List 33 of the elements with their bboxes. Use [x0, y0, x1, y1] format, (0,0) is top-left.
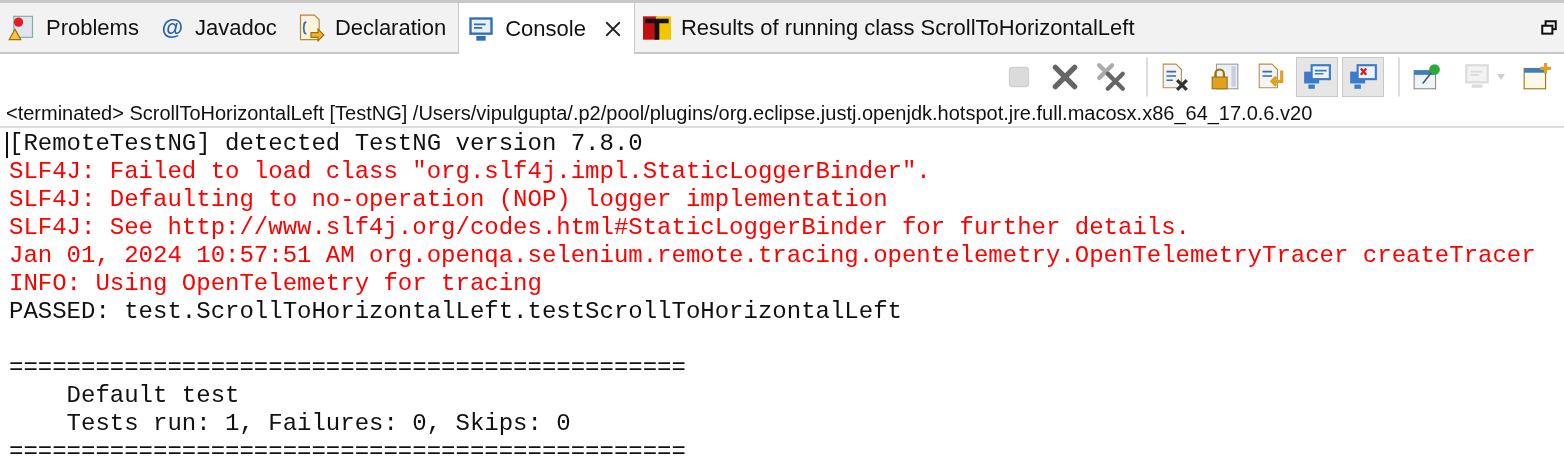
window-plus-icon [1522, 62, 1552, 92]
console-line: Jan 01, 2024 10:57:51 AM org.openqa.selenium.remote.tracing.opentelemetry.OpenTelemetryTracer createTracer [9, 242, 1536, 270]
text-cursor [6, 132, 8, 158]
warning-icon [8, 13, 36, 42]
pin-icon [1412, 62, 1442, 92]
process-label: <terminated> ScrollToHorizontalLeft [TestNG] /Users/vipulgupta/.p2/pool/plugins/org.eclipse.justj.openjdk.hotspot.jre.full.macosx.x86_64_17.0.6.v20 [0, 100, 1564, 128]
console-line: SLF4J: Defaulting to no-operation (NOP) logger implementation [9, 186, 888, 214]
document-cross-icon [1160, 62, 1190, 92]
logo-icon [642, 13, 671, 42]
close-icon [1050, 62, 1080, 92]
console-line: [RemoteTestNG] detected TestNG version 7.8.0 [9, 130, 643, 158]
console-line: =============================================== [9, 354, 686, 382]
console-line: PASSED: test.ScrollToHorizontalLeft.testScrollToHorizontalLeft [9, 298, 902, 326]
restore-icon[interactable] [1540, 18, 1558, 37]
console-line: SLF4J: See http://www.slf4j.org/codes.html#StaticLoggerBinder for further details. [9, 214, 1190, 242]
close-icon[interactable] [603, 19, 622, 38]
at-icon: @ [158, 13, 185, 42]
monitor-cross-icon [1348, 62, 1378, 92]
console-line: SLF4J: Failed to load class "org.slf4j.impl.StaticLoggerBinder". [9, 158, 931, 186]
tab[interactable]: Problems [0, 3, 151, 52]
caret-icon [1496, 73, 1506, 81]
double-cross-icon [1096, 62, 1126, 92]
tab[interactable]: Declaration [288, 3, 459, 52]
monitor-icon [467, 14, 496, 43]
console-line: Default test [65, 382, 240, 410]
monitor-icon [1302, 62, 1332, 92]
tab[interactable]: Console [458, 3, 635, 54]
tab[interactable]: Results of running class ScrollToHorizontalLeft [634, 3, 1147, 52]
console-line: Tests run: 1, Failures: 0, Skips: 0 [65, 410, 571, 438]
padlock-icon [1210, 62, 1240, 92]
tab[interactable]: @ Javadoc [150, 3, 289, 52]
console-line: =============================================== [9, 438, 686, 466]
console-line: INFO: Using OpenTelemetry for tracing [9, 270, 542, 298]
